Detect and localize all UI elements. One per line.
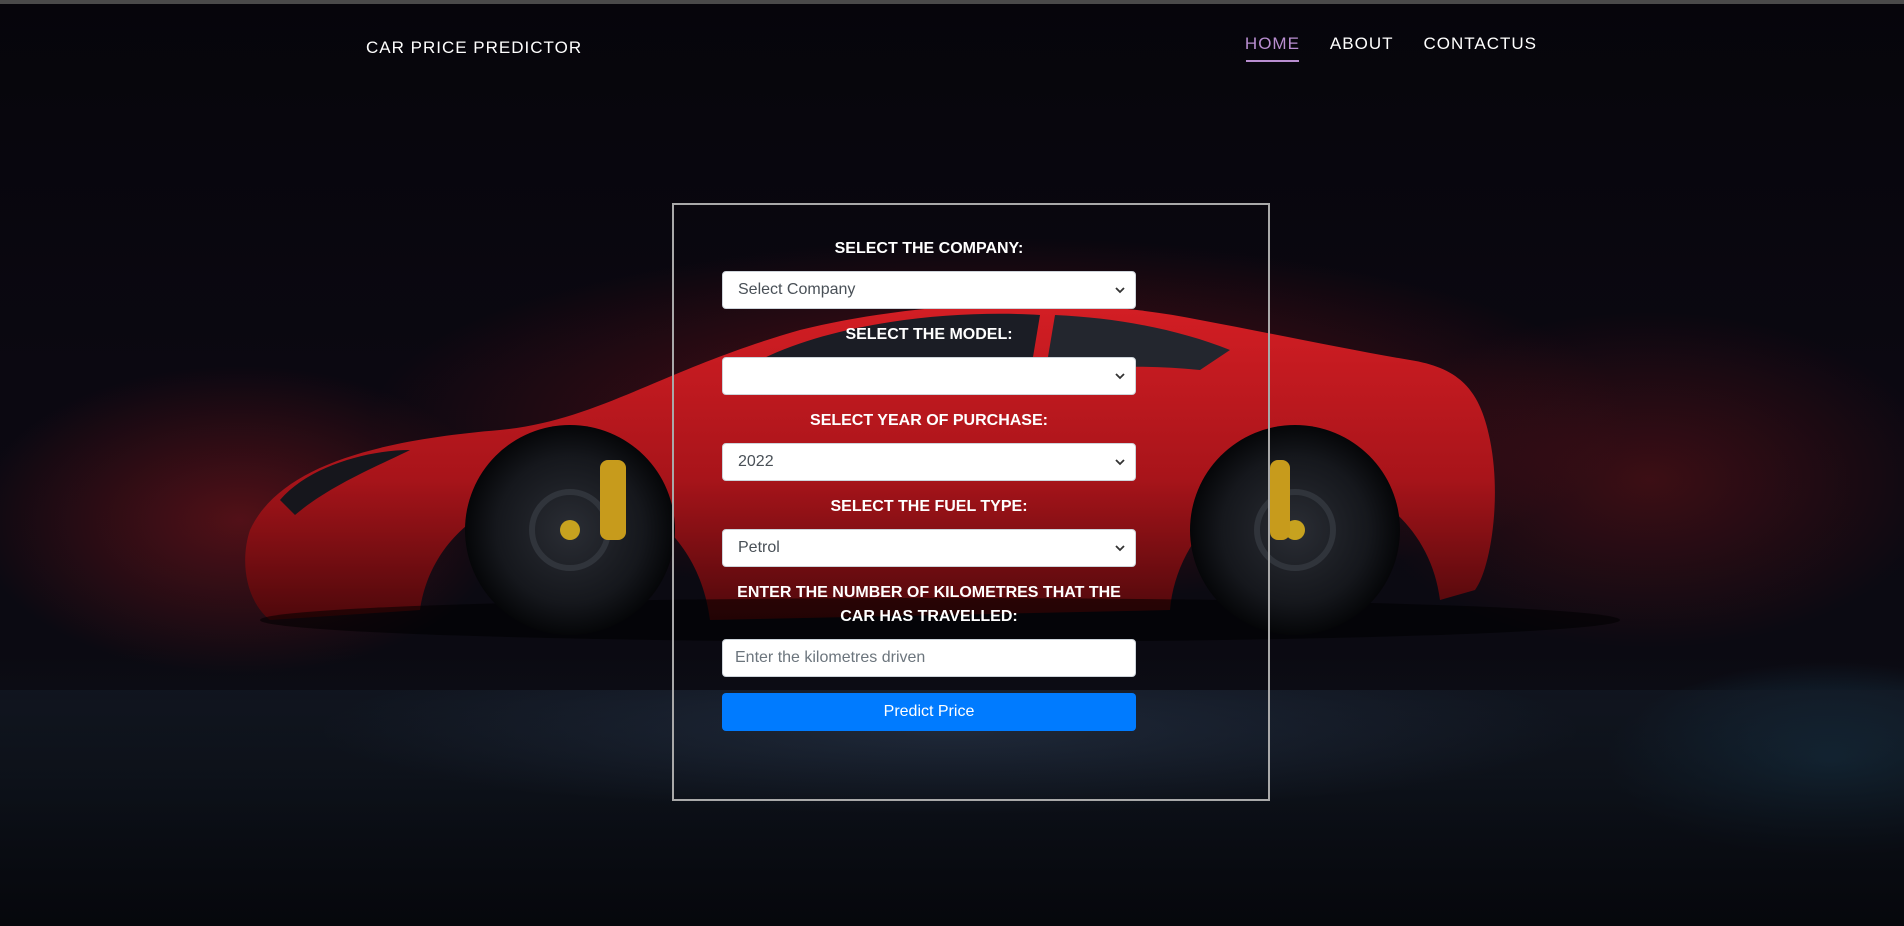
chevron-down-icon	[1115, 545, 1125, 552]
company-select-value: Select Company	[738, 281, 856, 298]
fuel-select[interactable]: Petrol	[722, 529, 1136, 567]
model-select[interactable]	[722, 357, 1136, 395]
prediction-form: SELECT THE COMPANY: Select Company SELEC…	[672, 203, 1270, 801]
kilometres-field: ENTER THE NUMBER OF KILOMETRES THAT THE …	[722, 581, 1136, 677]
predict-price-button[interactable]: Predict Price	[722, 693, 1136, 731]
site-brand[interactable]: CAR PRICE PREDICTOR	[366, 38, 582, 58]
page-background: CAR PRICE PREDICTOR HOME ABOUT CONTACTUS…	[0, 0, 1904, 926]
year-select[interactable]: 2022	[722, 443, 1136, 481]
nav-about-link[interactable]: ABOUT	[1330, 34, 1394, 62]
company-label: SELECT THE COMPANY:	[834, 240, 1024, 257]
main-nav: HOME ABOUT CONTACTUS	[1245, 34, 1537, 62]
kilometres-input[interactable]: Enter the kilometres driven	[722, 639, 1136, 677]
fuel-field: SELECT THE FUEL TYPE: Petrol	[722, 495, 1136, 567]
model-label: SELECT THE MODEL:	[845, 326, 1013, 343]
model-field: SELECT THE MODEL:	[722, 323, 1136, 395]
year-label: SELECT YEAR OF PURCHASE:	[810, 412, 1048, 429]
nav-home-link[interactable]: HOME	[1245, 34, 1300, 62]
kilometres-label: ENTER THE NUMBER OF KILOMETRES THAT THE …	[737, 584, 1121, 625]
chevron-down-icon	[1115, 373, 1125, 380]
fuel-select-value: Petrol	[738, 539, 780, 556]
company-field: SELECT THE COMPANY: Select Company	[722, 237, 1136, 309]
year-select-value: 2022	[738, 453, 774, 470]
year-field: SELECT YEAR OF PURCHASE: 2022	[722, 409, 1136, 481]
browser-top-border	[0, 0, 1904, 4]
chevron-down-icon	[1115, 459, 1125, 466]
fuel-label: SELECT THE FUEL TYPE:	[830, 498, 1028, 515]
nav-contactus-link[interactable]: CONTACTUS	[1423, 34, 1537, 62]
company-select[interactable]: Select Company	[722, 271, 1136, 309]
chevron-down-icon	[1115, 287, 1125, 294]
